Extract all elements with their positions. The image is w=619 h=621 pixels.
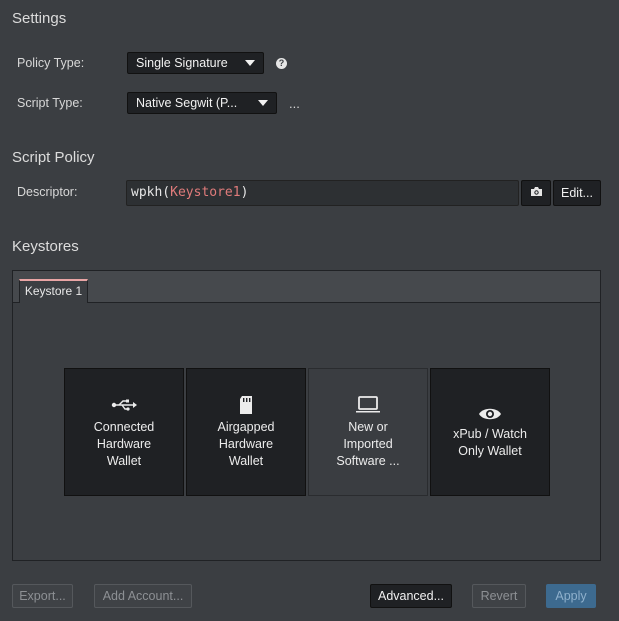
export-button[interactable]: Export... [12, 584, 73, 608]
keystore-source-options: Connected Hardware Wallet Airgapped Hard… [64, 368, 550, 496]
eye-icon [478, 404, 502, 424]
script-type-value: Native Segwit (P... [136, 96, 238, 110]
scan-qr-button[interactable] [521, 180, 551, 206]
new-or-imported-software-wallet-button[interactable]: New or Imported Software ... [308, 368, 428, 496]
script-type-label: Script Type: [17, 96, 83, 110]
keystores-heading: Keystores [12, 238, 79, 255]
policy-type-select[interactable]: Single Signature [127, 52, 264, 74]
airgapped-hardware-wallet-button[interactable]: Airgapped Hardware Wallet [186, 368, 306, 496]
keystores-panel: Keystore 1 Connected Hardware Wallet Air… [12, 270, 601, 561]
add-account-button[interactable]: Add Account... [94, 584, 192, 608]
laptop-icon [355, 395, 381, 415]
script-policy-heading: Script Policy [12, 149, 95, 166]
descriptor-prefix: wpkh( [131, 185, 171, 200]
settings-heading: Settings [12, 10, 67, 27]
chevron-down-icon [258, 100, 268, 106]
sd-card-icon [239, 395, 253, 415]
connected-hardware-wallet-label: Connected Hardware Wallet [93, 419, 155, 468]
script-type-select[interactable]: Native Segwit (P... [127, 92, 277, 114]
connected-hardware-wallet-button[interactable]: Connected Hardware Wallet [64, 368, 184, 496]
policy-type-label: Policy Type: [17, 56, 85, 70]
advanced-button[interactable]: Advanced... [370, 584, 452, 608]
help-icon[interactable]: ? [276, 58, 287, 69]
apply-button[interactable]: Apply [546, 584, 596, 608]
descriptor-label: Descriptor: [17, 185, 78, 199]
edit-descriptor-button[interactable]: Edit... [553, 180, 601, 206]
airgapped-hardware-wallet-label: Airgapped Hardware Wallet [217, 419, 275, 468]
new-or-imported-software-wallet-label: New or Imported Software ... [336, 419, 400, 468]
chevron-down-icon [245, 60, 255, 66]
revert-button[interactable]: Revert [472, 584, 526, 608]
descriptor-field[interactable]: wpkh(Keystore1) [126, 180, 519, 206]
descriptor-keystore: Keystore1 [170, 185, 241, 200]
tab-keystore-1[interactable]: Keystore 1 [19, 279, 88, 303]
xpub-watch-only-wallet-button[interactable]: xPub / Watch Only Wallet [430, 368, 550, 496]
xpub-watch-only-wallet-label: xPub / Watch Only Wallet [453, 427, 527, 458]
script-type-more-button[interactable]: ... [289, 96, 300, 111]
keystore-tab-bar [13, 271, 600, 303]
descriptor-suffix: ) [240, 185, 249, 200]
usb-icon [111, 395, 137, 415]
policy-type-value: Single Signature [136, 56, 228, 70]
camera-icon [530, 186, 543, 200]
